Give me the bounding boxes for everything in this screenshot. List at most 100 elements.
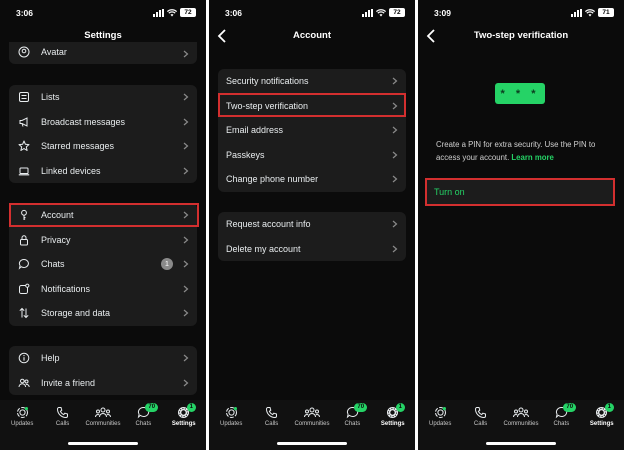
tab-label: Settings [171,421,196,427]
settings-item-label: Linked devices [41,165,101,176]
chats-count-badge: 70 [145,403,159,412]
chat-bubble-icon [17,257,31,271]
settings-item-chats[interactable]: Chats 1 [9,252,197,277]
settings-item-label: Storage and data [41,308,111,319]
settings-item-label: Lists [41,92,60,103]
tab-label: Updates [429,421,452,427]
battery-indicator: 72 [180,8,196,17]
account-group-security: Security notifications Two-step verifica… [218,69,406,192]
settings-item-avatar[interactable]: Avatar [9,42,197,62]
tab-label: Calls [473,421,488,427]
updates-icon [434,407,446,418]
chevron-right-icon [392,245,398,252]
settings-count-badge: 1 [186,403,196,412]
settings-item-linked-devices[interactable]: Linked devices [9,159,197,184]
communities-icon [94,407,111,418]
chevron-right-icon [392,151,398,158]
account-item-passkeys[interactable]: Passkeys [218,143,406,168]
tab-label: Settings [589,421,614,427]
tab-label: Communities [85,421,121,427]
account-item-change-number[interactable]: Change phone number [218,167,406,192]
pin-illustration: * * * [495,83,545,104]
settings-item-storage[interactable]: Storage and data [9,301,197,326]
tab-label: Chats [344,421,361,427]
settings-item-label: Starred messages [41,141,115,152]
settings-item-lists[interactable]: Lists [9,85,197,110]
bottom-nav: Updates Calls Communities 70 Chats 1 Set… [418,400,624,450]
tab-label: Updates [11,421,34,427]
account-item-delete[interactable]: Delete my account [218,237,406,262]
account-item-label: Security notifications [226,76,309,87]
account-screen: 3:06 72 Account Security notifications T… [209,0,415,450]
communities-icon [512,407,529,418]
status-icons: 71 [571,8,614,17]
arrows-updown-icon [17,306,31,320]
chats-count-badge: 70 [563,403,577,412]
settings-item-label: Notifications [41,283,91,294]
learn-more-link[interactable]: Learn more [511,153,553,162]
status-bar: 3:06 72 [0,8,206,20]
status-icons: 72 [153,8,196,17]
tab-settings[interactable]: 1 Settings [582,403,622,450]
settings-item-label: Chats [41,259,65,270]
settings-item-invite[interactable]: Invite a friend [9,371,197,396]
page-title: Account [293,30,331,41]
info-icon [17,351,31,365]
settings-group-help: Help Invite a friend [9,346,197,395]
chevron-right-icon [183,142,189,150]
signal-icon [153,8,164,17]
communities-icon [303,407,320,418]
unread-count-badge: 1 [161,258,173,270]
settings-item-help[interactable]: Help [9,346,197,371]
account-item-label: Change phone number [226,174,319,185]
updates-icon [225,407,237,418]
account-item-security-notifications[interactable]: Security notifications [218,69,406,94]
settings-item-label: Invite a friend [41,377,96,388]
tab-updates[interactable]: Updates [211,406,251,450]
tab-label: Updates [220,421,243,427]
home-indicator [486,442,556,445]
settings-item-privacy[interactable]: Privacy [9,228,197,253]
chevron-right-icon [392,175,398,183]
tab-label: Communities [294,421,330,427]
settings-item-label: Privacy [41,234,71,245]
tab-settings[interactable]: 1 Settings [164,403,204,450]
page-title: Two-step verification [473,30,569,41]
tab-label: Communities [503,421,539,427]
chevron-right-icon [183,379,189,386]
settings-group-lists: Lists Broadcast messages Starred message… [9,85,197,183]
tab-updates[interactable]: Updates [420,406,460,450]
bottom-nav: Updates Calls Communities 70 Chats 1 Set… [209,400,415,450]
chevron-right-icon [183,285,189,292]
account-item-label: Delete my account [226,243,301,254]
battery-indicator: 72 [389,8,405,17]
chevron-right-icon [183,118,189,125]
account-item-request-info[interactable]: Request account info [218,212,406,237]
settings-item-label: Avatar [41,47,67,57]
updates-icon [16,407,28,418]
signal-icon [571,8,582,17]
bottom-nav: Updates Calls Communities 70 Chats 1 Set… [0,400,206,450]
settings-screen: 3:06 72 Settings Avatar Lists Broadcast … [0,0,206,450]
chevron-right-icon [183,167,189,174]
status-bar: 3:06 72 [209,8,415,20]
account-item-label: Email address [226,125,284,136]
battery-indicator: 71 [598,8,614,17]
tab-updates[interactable]: Updates [2,406,42,450]
status-bar: 3:09 71 [418,8,624,20]
settings-count-badge: 1 [604,403,614,412]
settings-item-starred[interactable]: Starred messages [9,134,197,159]
settings-item-notifications[interactable]: Notifications [9,277,197,302]
megaphone-icon [17,115,31,129]
settings-item-broadcast[interactable]: Broadcast messages [9,110,197,135]
laptop-icon [17,164,31,178]
account-item-label: Passkeys [226,149,265,160]
chevron-right-icon [183,309,189,317]
tab-label: Chats [553,421,570,427]
people-icon [17,376,31,390]
tab-settings[interactable]: 1 Settings [373,403,413,450]
highlight-account [9,203,199,227]
chevron-right-icon [392,126,398,134]
account-item-email[interactable]: Email address [218,118,406,143]
account-item-label: Request account info [226,219,311,230]
